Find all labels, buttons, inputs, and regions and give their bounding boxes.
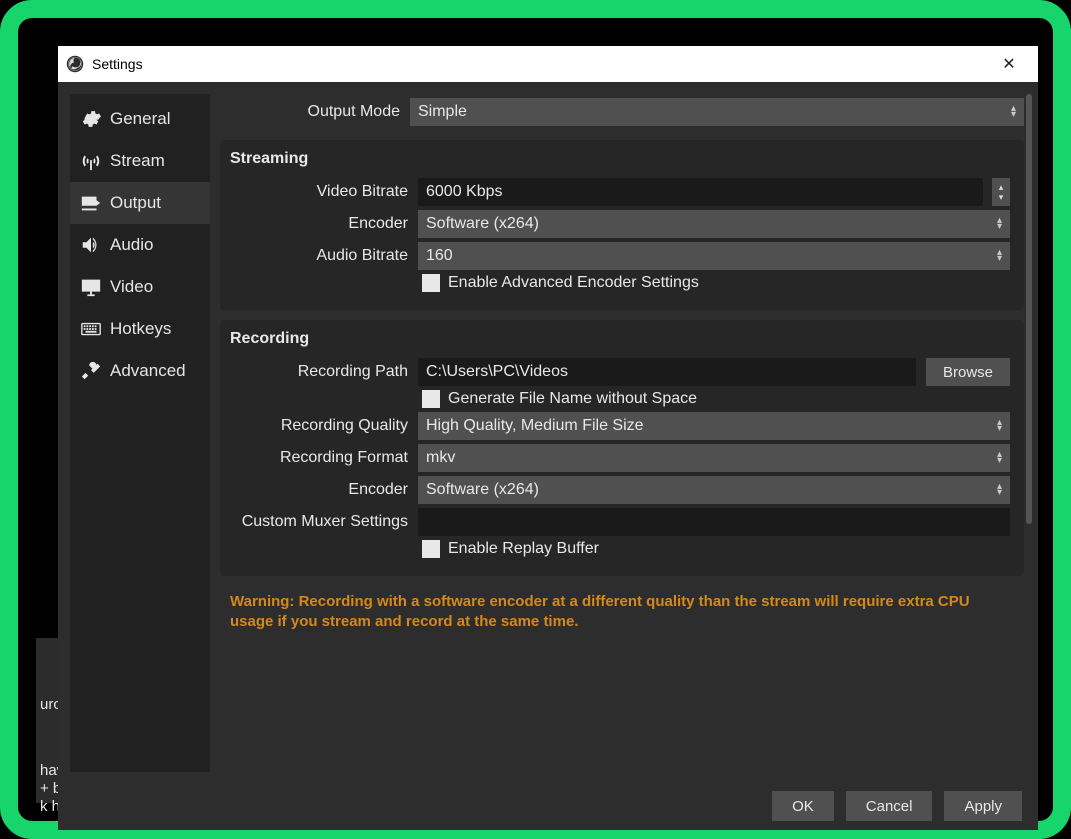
speaker-icon: [80, 234, 102, 256]
replay-buffer-checkbox[interactable]: [422, 540, 440, 558]
output-icon: [80, 192, 102, 214]
sidebar-item-label: General: [110, 109, 170, 129]
recording-quality-dropdown[interactable]: High Quality, Medium File Size ▴▾: [418, 412, 1010, 440]
custom-muxer-label: Custom Muxer Settings: [228, 513, 408, 531]
sidebar-item-label: Output: [110, 193, 161, 213]
footer: OK Cancel Apply: [58, 782, 1038, 830]
recording-panel: Recording Recording Path C:\Users\PC\Vid…: [220, 320, 1024, 576]
streaming-panel: Streaming Video Bitrate 6000 Kbps ▴▾ Enc…: [220, 140, 1024, 310]
recording-format-label: Recording Format: [228, 449, 408, 467]
sidebar-item-label: Hotkeys: [110, 319, 171, 339]
sidebar-item-label: Advanced: [110, 361, 186, 381]
close-button[interactable]: ✕: [988, 54, 1030, 74]
sidebar-item-hotkeys[interactable]: Hotkeys: [70, 308, 210, 350]
recording-encoder-label: Encoder: [228, 481, 408, 499]
tools-icon: [80, 360, 102, 382]
gear-icon: [80, 108, 102, 130]
sidebar-item-general[interactable]: General: [70, 98, 210, 140]
chevron-updown-icon: ▴▾: [997, 484, 1002, 496]
antenna-icon: [80, 150, 102, 172]
recording-title: Recording: [230, 330, 1010, 348]
recording-quality-label: Recording Quality: [228, 417, 408, 435]
keyboard-icon: [80, 318, 102, 340]
recording-encoder-dropdown[interactable]: Software (x264) ▴▾: [418, 476, 1010, 504]
content-area: Output Mode Simple ▴▾ Streaming Video Bi…: [220, 94, 1024, 772]
spin-arrows-icon[interactable]: ▴▾: [992, 178, 1010, 206]
advanced-encoder-label: Enable Advanced Encoder Settings: [448, 274, 699, 292]
gen-filename-label: Generate File Name without Space: [448, 390, 697, 408]
output-mode-label: Output Mode: [220, 103, 400, 121]
sidebar-item-output[interactable]: Output: [70, 182, 210, 224]
sidebar: General Stream Output Audio Video: [70, 94, 210, 772]
chevron-updown-icon: ▴▾: [1011, 106, 1016, 118]
streaming-title: Streaming: [230, 150, 1010, 168]
chevron-updown-icon: ▴▾: [997, 250, 1002, 262]
advanced-encoder-checkbox[interactable]: [422, 274, 440, 292]
sidebar-item-audio[interactable]: Audio: [70, 224, 210, 266]
chevron-updown-icon: ▴▾: [997, 420, 1002, 432]
audio-bitrate-label: Audio Bitrate: [228, 247, 408, 265]
custom-muxer-input[interactable]: [418, 508, 1010, 536]
titlebar: Settings ✕: [58, 46, 1038, 82]
warning-text: Warning: Recording with a software encod…: [220, 586, 1024, 633]
sidebar-item-video[interactable]: Video: [70, 266, 210, 308]
streaming-encoder-label: Encoder: [228, 215, 408, 233]
apply-button[interactable]: Apply: [944, 791, 1022, 821]
browse-button[interactable]: Browse: [926, 358, 1010, 386]
sidebar-item-label: Video: [110, 277, 153, 297]
chevron-updown-icon: ▴▾: [997, 452, 1002, 464]
audio-bitrate-dropdown[interactable]: 160 ▴▾: [418, 242, 1010, 270]
video-bitrate-label: Video Bitrate: [228, 183, 408, 201]
ok-button[interactable]: OK: [772, 791, 834, 821]
output-mode-dropdown[interactable]: Simple ▴▾: [410, 98, 1024, 126]
recording-path-input[interactable]: C:\Users\PC\Videos: [418, 358, 916, 386]
settings-window: Settings ✕ General Stream Output: [58, 46, 1038, 830]
replay-buffer-label: Enable Replay Buffer: [448, 540, 599, 558]
gen-filename-checkbox[interactable]: [422, 390, 440, 408]
sidebar-item-label: Audio: [110, 235, 153, 255]
window-title: Settings: [92, 56, 143, 72]
sidebar-item-label: Stream: [110, 151, 165, 171]
sidebar-item-advanced[interactable]: Advanced: [70, 350, 210, 392]
streaming-encoder-dropdown[interactable]: Software (x264) ▴▾: [418, 210, 1010, 238]
cancel-button[interactable]: Cancel: [846, 791, 933, 821]
bg-line3: k h: [40, 798, 60, 815]
sidebar-item-stream[interactable]: Stream: [70, 140, 210, 182]
recording-format-dropdown[interactable]: mkv ▴▾: [418, 444, 1010, 472]
obs-icon: [66, 55, 84, 73]
monitor-icon: [80, 276, 102, 298]
video-bitrate-input[interactable]: 6000 Kbps: [418, 178, 983, 206]
recording-path-label: Recording Path: [228, 363, 408, 381]
chevron-updown-icon: ▴▾: [997, 218, 1002, 230]
